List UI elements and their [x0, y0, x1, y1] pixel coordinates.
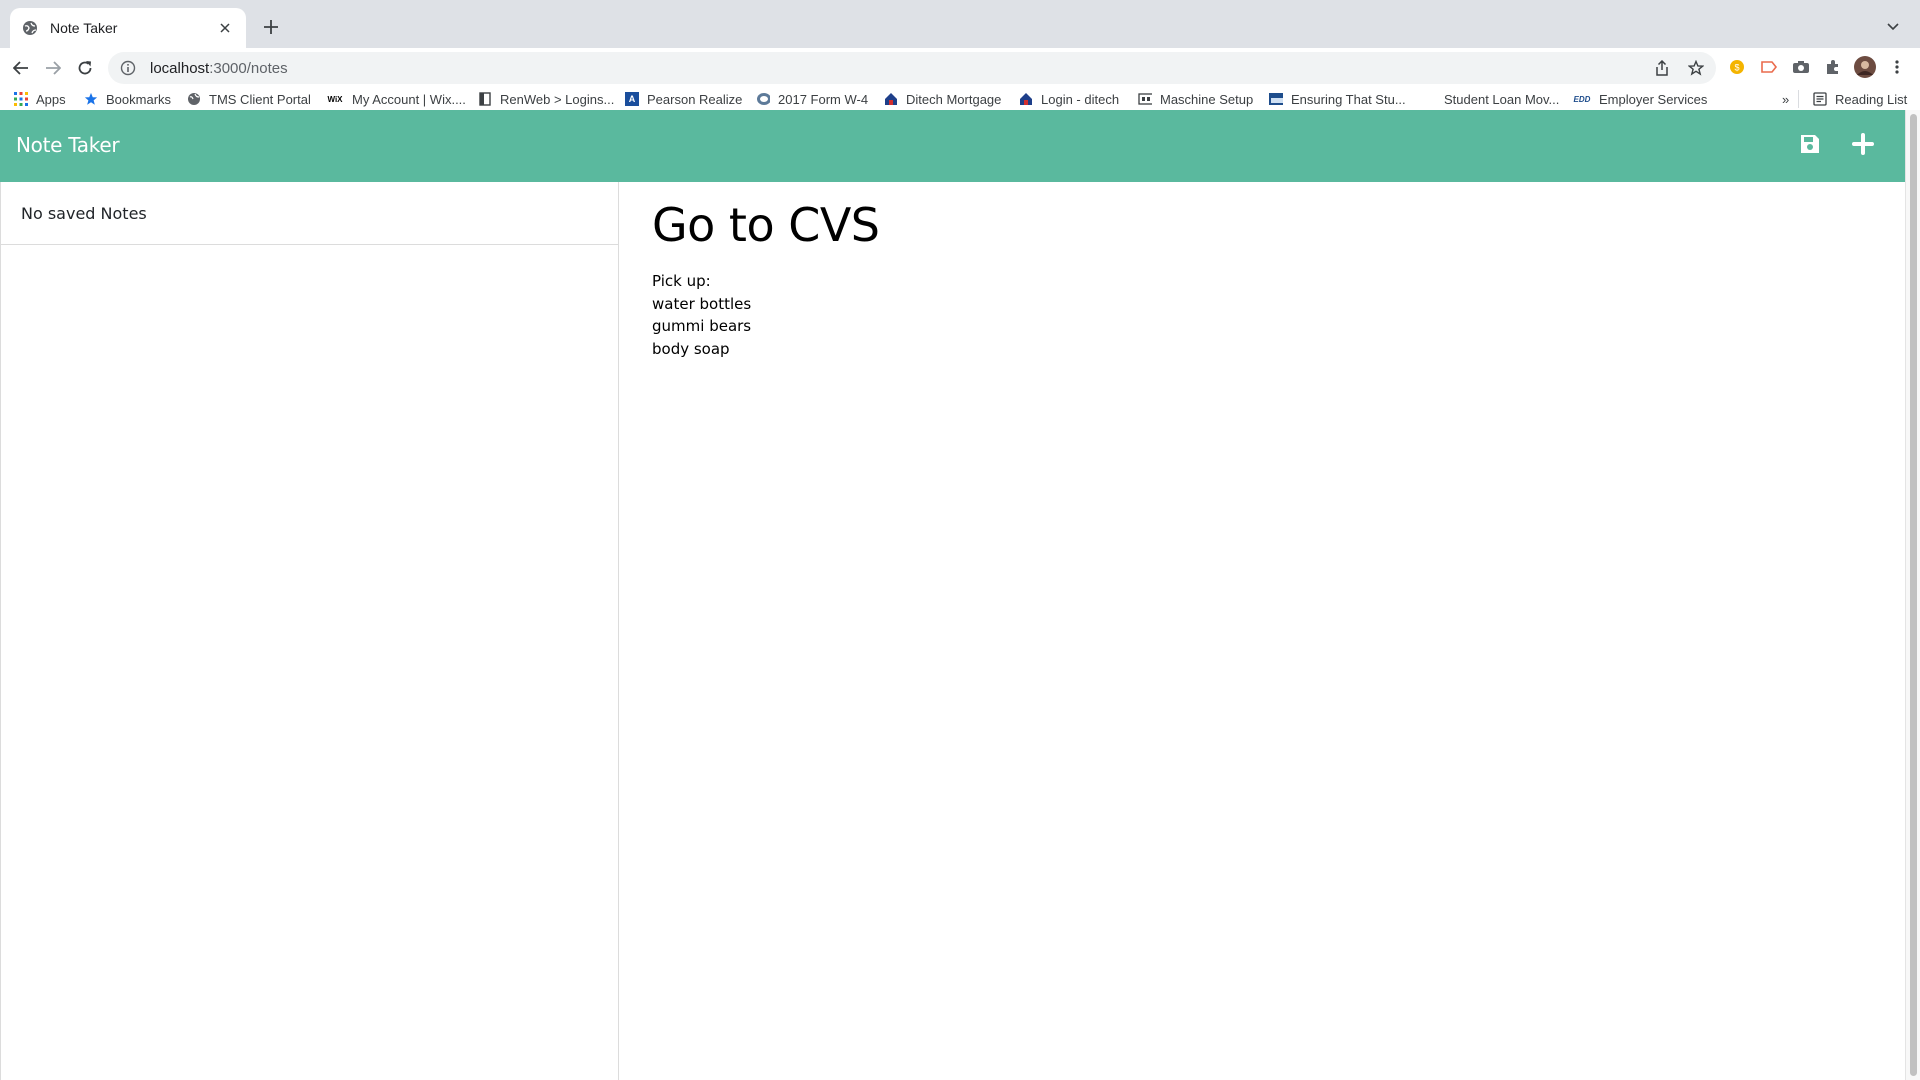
- bookmark-label: Maschine Setup: [1160, 91, 1254, 107]
- url-text: localhost:3000/notes: [150, 60, 288, 77]
- tab-title: Note Taker: [50, 20, 118, 36]
- browser-menu-icon[interactable]: [1886, 56, 1908, 78]
- note-line: body soap: [652, 339, 730, 358]
- extension-coin-icon[interactable]: $: [1726, 56, 1748, 78]
- browser-tabstrip: Note Taker: [0, 0, 1920, 48]
- bookmark-label: Apps: [36, 91, 66, 107]
- globe-icon: [22, 20, 38, 36]
- bookmark-tms-client-portal[interactable]: TMS Client Portal: [187, 90, 311, 108]
- bookmark-ensuring[interactable]: Ensuring That Stu...: [1269, 90, 1406, 108]
- bookmark-label: Bookmarks: [106, 91, 172, 107]
- edd-icon: EDD: [1573, 94, 1591, 104]
- reading-list[interactable]: Reading List: [1798, 90, 1907, 108]
- app-navbar: Note Taker: [0, 110, 1905, 182]
- empty-notes-message: No saved Notes: [1, 182, 618, 245]
- bookmark-label: Student Loan Mov...: [1444, 91, 1560, 107]
- camera-icon[interactable]: [1790, 56, 1812, 78]
- forward-arrow-icon[interactable]: [38, 53, 68, 83]
- bookmark-bookmarks[interactable]: Bookmarks: [84, 90, 171, 108]
- irs-icon: [756, 92, 770, 106]
- bookmark-label: Ensuring That Stu...: [1291, 91, 1406, 107]
- extension-cast-icon[interactable]: [1758, 56, 1780, 78]
- plus-icon: [1852, 132, 1874, 160]
- new-note-button[interactable]: [1849, 132, 1877, 160]
- bookmark-label: TMS Client Portal: [209, 91, 311, 107]
- globe-icon: [187, 92, 201, 106]
- bookmark-label: My Account | Wix....: [352, 91, 466, 107]
- pearson-icon: A: [625, 92, 639, 106]
- house-icon: [884, 92, 898, 106]
- browser-toolbar: localhost:3000/notes $: [0, 48, 1920, 88]
- reading-list-label: Reading List: [1835, 91, 1908, 107]
- bookmark-label: 2017 Form W-4: [778, 91, 869, 107]
- more-bookmarks-chevron-icon[interactable]: »: [1782, 90, 1789, 108]
- bookmark-label: Login - ditech: [1041, 91, 1120, 107]
- bookmark-pearson-realize[interactable]: A Pearson Realize: [625, 90, 742, 108]
- note-title-input[interactable]: Go to CVS: [652, 198, 1892, 252]
- note-text-area[interactable]: Pick up: water bottles gummi bears body …: [652, 270, 1892, 360]
- bookmark-renweb[interactable]: RenWeb > Logins...: [478, 90, 614, 108]
- star-icon: [84, 92, 98, 106]
- bookmark-label: RenWeb > Logins...: [500, 91, 615, 107]
- bookmark-maschine-setup[interactable]: Maschine Setup: [1138, 90, 1253, 108]
- bookmark-label: Pearson Realize: [647, 91, 743, 107]
- save-note-button[interactable]: [1796, 132, 1824, 160]
- page-scrollbar[interactable]: [1905, 110, 1920, 1080]
- bookmark-employer-services[interactable]: EDD Employer Services: [1573, 90, 1708, 108]
- back-arrow-icon[interactable]: [6, 53, 36, 83]
- more-bookmarks-label: »: [1782, 91, 1790, 107]
- note-editor: Go to CVS Pick up: water bottles gummi b…: [652, 182, 1892, 360]
- house-icon: [1019, 92, 1033, 106]
- bookmark-form-w4[interactable]: 2017 Form W-4: [756, 90, 868, 108]
- extensions-puzzle-icon[interactable]: [1822, 56, 1844, 78]
- url-host: localhost: [150, 59, 210, 77]
- page-icon: [478, 92, 492, 106]
- bookmark-label: Employer Services: [1599, 91, 1708, 107]
- note-line: gummi bears: [652, 317, 752, 335]
- bookmark-wix[interactable]: WiX My Account | Wix....: [326, 90, 466, 108]
- app-brand[interactable]: Note Taker: [16, 133, 120, 157]
- reading-list-icon: [1813, 92, 1827, 106]
- site-info-icon[interactable]: [120, 60, 136, 76]
- bookmark-apps[interactable]: Apps: [14, 90, 66, 108]
- scroll-thumb[interactable]: [1910, 114, 1917, 1076]
- new-tab-icon[interactable]: [258, 14, 284, 40]
- bookmark-label: Ditech Mortgage: [906, 91, 1002, 107]
- note-line: Pick up:: [652, 272, 711, 290]
- bookmark-student-loan[interactable]: Student Loan Mov...: [1444, 90, 1559, 108]
- bookmark-login-ditech[interactable]: Login - ditech: [1019, 90, 1119, 108]
- browser-tab[interactable]: Note Taker: [10, 8, 246, 48]
- apps-grid-icon: [14, 92, 28, 106]
- maschine-icon: [1138, 92, 1152, 106]
- tab-search-chevron-icon[interactable]: [1880, 14, 1906, 40]
- avatar[interactable]: [1854, 56, 1876, 78]
- share-icon[interactable]: [1652, 58, 1672, 78]
- reload-icon[interactable]: [70, 53, 100, 83]
- bookmark-ditech-mortgage[interactable]: Ditech Mortgage: [884, 90, 1001, 108]
- bookmark-star-icon[interactable]: [1686, 58, 1706, 78]
- address-bar[interactable]: localhost:3000/notes: [108, 52, 1716, 84]
- notes-sidebar: No saved Notes: [0, 182, 619, 1080]
- tab-close-icon[interactable]: [216, 19, 234, 37]
- svg-text:$: $: [1734, 63, 1739, 73]
- url-path: :3000/notes: [209, 59, 288, 77]
- site-icon: [1269, 92, 1283, 106]
- wix-icon: WiX: [327, 94, 343, 104]
- bookmarks-bar: Apps Bookmarks TMS Client Portal WiX My …: [0, 88, 1920, 110]
- save-icon: [1799, 133, 1821, 160]
- note-line: water bottles: [652, 294, 752, 313]
